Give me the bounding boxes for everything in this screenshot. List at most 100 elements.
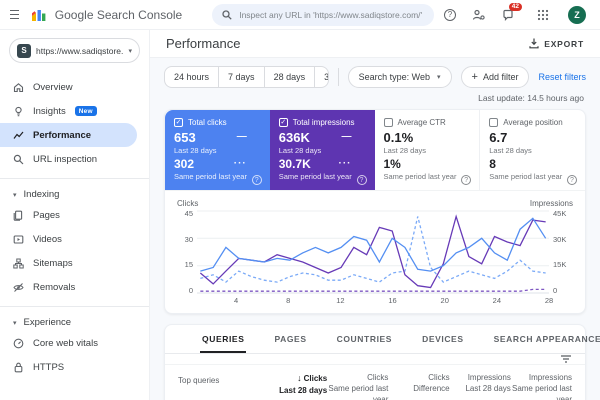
sitemap-icon xyxy=(13,258,24,269)
notification-count-badge: 42 xyxy=(509,3,522,12)
chart-line xyxy=(200,289,545,291)
range-7-days-button[interactable]: 7 days xyxy=(218,67,264,87)
sidebar-item-label: Removals xyxy=(33,282,75,293)
sidebar-item-performance[interactable]: Performance xyxy=(0,123,137,147)
metrics-chart-panel: Total clicks 653 Last 28 days 302 Same p… xyxy=(164,109,586,314)
chevron-down-icon xyxy=(128,47,132,55)
y-tick: 15K xyxy=(553,260,575,269)
average-position-card[interactable]: Average position 6.7 Last 28 days 8 Same… xyxy=(479,110,585,190)
solid-line-indicator-icon xyxy=(237,131,247,142)
x-tick-label: 24 xyxy=(493,296,501,305)
menu-icon[interactable] xyxy=(10,10,19,20)
y-tick: 45K xyxy=(553,209,575,218)
metric-label: Average position xyxy=(503,118,562,127)
plus-icon xyxy=(472,71,478,83)
export-label: EXPORT xyxy=(544,39,584,49)
sidebar-item-overview[interactable]: Overview xyxy=(0,75,137,99)
range-24-hours-button[interactable]: 24 hours xyxy=(165,67,218,87)
avatar[interactable]: Z xyxy=(568,6,586,24)
search-type-label: Search type: Web xyxy=(359,72,430,82)
checkbox-unchecked-icon[interactable] xyxy=(489,118,498,127)
top-bar-actions: 42 Z xyxy=(442,6,586,24)
help-icon[interactable] xyxy=(442,7,458,23)
sidebar-item-sitemaps[interactable]: Sitemaps xyxy=(0,251,137,275)
x-tick-label: 12 xyxy=(336,296,344,305)
sidebar-item-videos[interactable]: Videos xyxy=(0,227,137,251)
sidebar-item-removals[interactable]: Removals xyxy=(0,275,137,299)
metric-sublabel: Last 28 days xyxy=(174,146,261,155)
column-sublabel: Difference xyxy=(413,384,449,393)
x-tick-label: 4 xyxy=(234,296,238,305)
metric-sublabel: Same period last year xyxy=(384,172,471,181)
sidebar-item-insights[interactable]: Insights New xyxy=(0,99,137,123)
x-axis-ticks: 481216202428 xyxy=(197,296,549,307)
column-header-top-queries[interactable]: Top queries xyxy=(178,372,266,385)
export-button[interactable]: EXPORT xyxy=(529,38,584,49)
column-label: Clicks xyxy=(304,374,328,383)
sidebar-item-pages[interactable]: Pages xyxy=(0,203,137,227)
column-label: Impressions xyxy=(511,372,572,383)
tab-devices[interactable]: DEVICES xyxy=(420,325,466,353)
table-header-row: Top queries Clicks Last 28 days Clicks S… xyxy=(165,365,585,400)
column-header-impressions-last-year[interactable]: Impressions Same period last year xyxy=(511,372,572,400)
tab-pages[interactable]: PAGES xyxy=(272,325,308,353)
metric-sublabel: Last 28 days xyxy=(489,146,576,155)
checkbox-checked-icon[interactable] xyxy=(174,118,183,127)
column-sublabel: Same period last year xyxy=(512,384,572,400)
help-icon[interactable] xyxy=(567,175,577,185)
page-title-bar: Performance EXPORT xyxy=(150,30,600,58)
reset-filters-link[interactable]: Reset filters xyxy=(538,72,586,82)
column-header-clicks-difference[interactable]: Clicks Difference xyxy=(388,372,449,394)
y-tick: 30 xyxy=(175,235,193,244)
video-icon xyxy=(13,234,24,245)
column-sublabel: Same period last year xyxy=(328,384,388,400)
metric-sublabel: Last 28 days xyxy=(384,146,471,155)
sidebar-item-label: URL inspection xyxy=(33,154,97,165)
feedback-icon[interactable]: 42 xyxy=(500,7,516,23)
sidebar-item-label: Performance xyxy=(33,130,91,141)
add-filter-button[interactable]: Add filter xyxy=(461,66,530,88)
sidebar-item-https[interactable]: HTTPS xyxy=(0,355,137,379)
checkbox-unchecked-icon[interactable] xyxy=(384,118,393,127)
filter-icon[interactable] xyxy=(560,354,572,364)
search-type-dropdown[interactable]: Search type: Web xyxy=(348,66,452,88)
range-3-months-button[interactable]: 3 months xyxy=(314,67,329,87)
column-sublabel: Last 28 days xyxy=(279,386,327,395)
column-header-clicks-last-year[interactable]: Clicks Same period last year xyxy=(327,372,388,400)
total-impressions-card[interactable]: Total impressions 636K Last 28 days 30.7… xyxy=(270,110,375,190)
google-apps-icon[interactable] xyxy=(535,7,551,23)
user-settings-icon[interactable] xyxy=(471,7,487,23)
url-inspect-search-input[interactable]: Inspect any URL in 'https://www.sadiqsto… xyxy=(212,4,434,26)
column-header-impressions-last-28-days[interactable]: Impressions Last 28 days xyxy=(450,372,511,394)
sidebar-item-label: Videos xyxy=(33,234,62,245)
magnifier-icon xyxy=(13,154,24,165)
average-ctr-card[interactable]: Average CTR 0.1% Last 28 days 1% Same pe… xyxy=(375,110,480,190)
property-initial-icon: S xyxy=(17,44,31,58)
tab-queries[interactable]: QUERIES xyxy=(200,325,246,353)
y-tick: 0 xyxy=(175,286,193,295)
sidebar-section-experience[interactable]: Experience xyxy=(0,314,149,331)
dimension-tabs: QUERIES PAGES COUNTRIES DEVICES SEARCH A… xyxy=(165,325,585,354)
sidebar-item-core-web-vitals[interactable]: Core web vitals xyxy=(0,331,137,355)
metric-value: 636K xyxy=(279,130,310,145)
search-icon xyxy=(222,10,232,20)
tab-search-appearance[interactable]: SEARCH APPEARANCE xyxy=(492,325,600,353)
home-icon xyxy=(13,82,24,93)
column-sublabel: Last 28 days xyxy=(465,384,510,393)
sidebar-item-label: HTTPS xyxy=(33,362,64,373)
x-tick-label: 8 xyxy=(286,296,290,305)
property-selector[interactable]: S https://www.sadiqstore... xyxy=(9,38,140,63)
sidebar-item-url-inspection[interactable]: URL inspection xyxy=(0,147,137,171)
help-icon[interactable] xyxy=(461,175,471,185)
sidebar-section-indexing[interactable]: Indexing xyxy=(0,186,149,203)
sidebar-item-label: Insights xyxy=(33,106,66,117)
column-header-clicks-last-28-days[interactable]: Clicks Last 28 days xyxy=(266,372,327,396)
range-28-days-button[interactable]: 28 days xyxy=(264,67,315,87)
tab-countries[interactable]: COUNTRIES xyxy=(335,325,394,353)
line-chart-canvas[interactable] xyxy=(197,209,549,295)
checkbox-checked-icon[interactable] xyxy=(279,118,288,127)
total-clicks-card[interactable]: Total clicks 653 Last 28 days 302 Same p… xyxy=(165,110,270,190)
y-tick: 0 xyxy=(553,286,575,295)
help-icon[interactable] xyxy=(252,175,262,185)
help-icon[interactable] xyxy=(357,175,367,185)
